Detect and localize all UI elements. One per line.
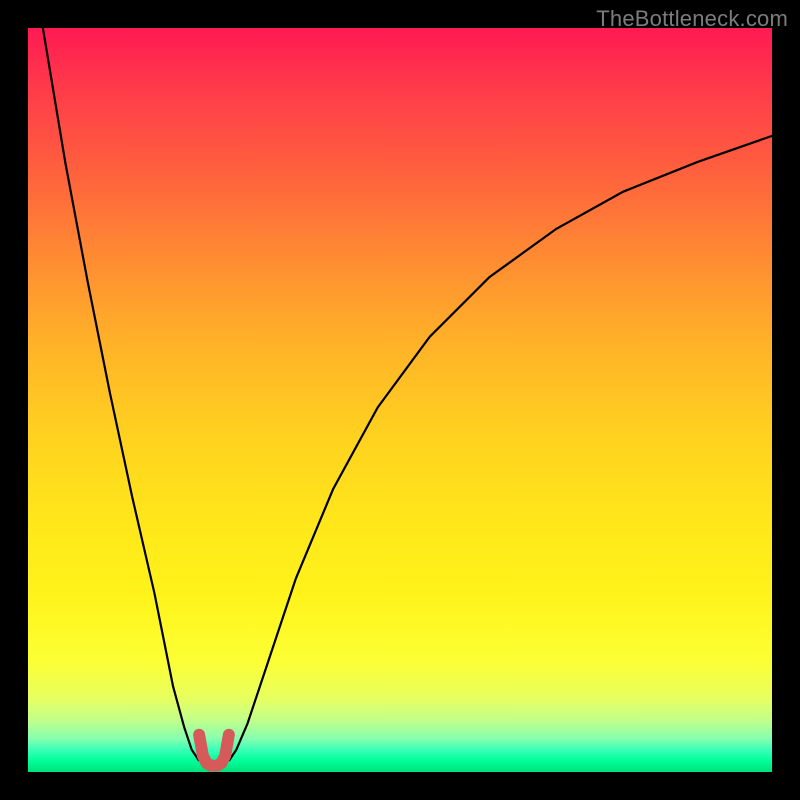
curve-left-branch	[43, 28, 199, 761]
chart-container: TheBottleneck.com	[0, 0, 800, 800]
curve-right-branch	[229, 136, 772, 761]
plot-area	[28, 28, 772, 772]
trough-marker	[199, 735, 229, 766]
curve-svg	[28, 28, 772, 772]
